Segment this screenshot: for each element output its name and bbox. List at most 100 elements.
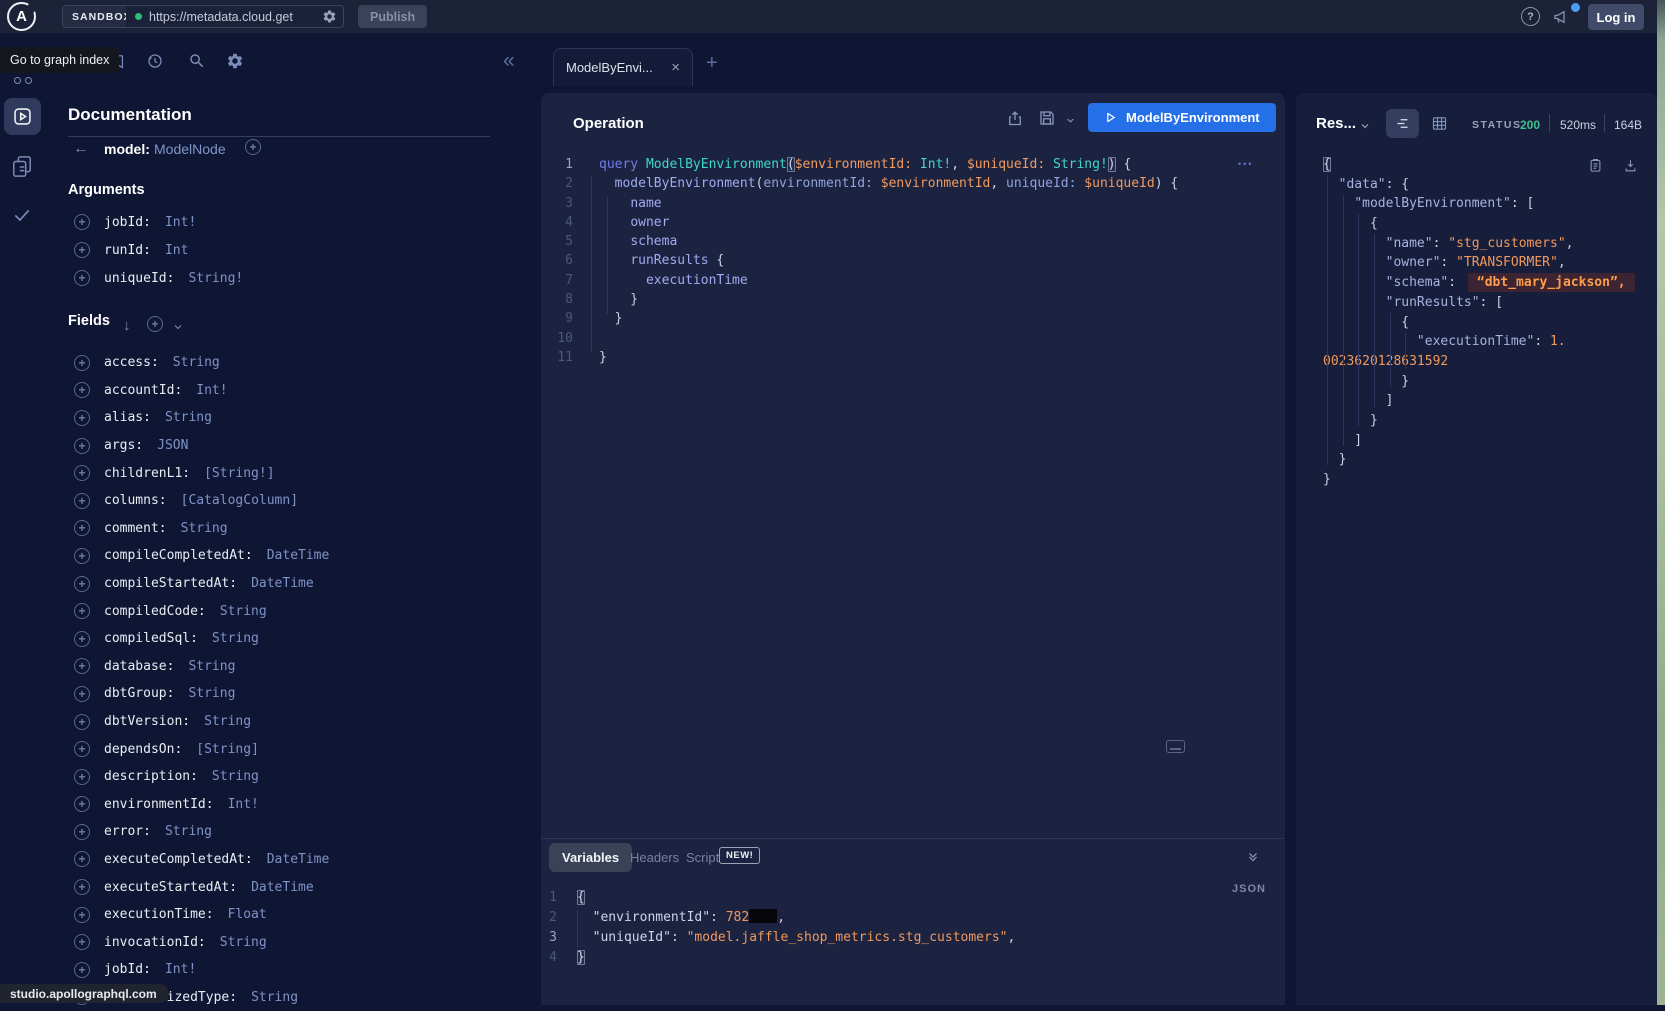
endpoint-settings-gear-icon[interactable] — [322, 9, 337, 24]
member-type[interactable]: DateTime — [267, 548, 330, 563]
variables-editor[interactable]: 1{2 "environmentId": 782,3 "uniqueId": "… — [545, 888, 1015, 968]
add-field-icon[interactable]: + — [74, 934, 90, 950]
add-field-icon[interactable]: + — [74, 741, 90, 757]
field-row[interactable]: +compileStartedAt:DateTime — [74, 570, 514, 598]
add-field-to-query-icon[interactable]: + — [245, 139, 261, 155]
argument-row[interactable]: +runId:Int — [74, 236, 514, 264]
field-row[interactable]: +compiledSql:String — [74, 625, 514, 653]
collapse-variables-icon[interactable] — [1246, 850, 1260, 864]
login-button[interactable]: Log in — [1588, 4, 1644, 30]
share-operation-icon[interactable] — [1006, 109, 1024, 128]
docs-settings-gear-icon[interactable] — [226, 52, 244, 70]
add-all-fields-icon[interactable]: + — [147, 316, 163, 332]
field-row[interactable]: +executeStartedAt:DateTime — [74, 873, 514, 901]
field-row[interactable]: +database:String — [74, 653, 514, 681]
json-view-toggle[interactable] — [1386, 109, 1419, 138]
tab-headers[interactable]: Headers — [630, 850, 679, 865]
field-row[interactable]: +compileCompletedAt:DateTime — [74, 542, 514, 570]
operation-tab[interactable]: ModelByEnvi... × — [553, 48, 693, 86]
add-field-icon[interactable]: + — [74, 576, 90, 592]
member-type[interactable]: DateTime — [251, 880, 314, 895]
member-type[interactable]: Int! — [165, 215, 196, 230]
chevron-down-icon[interactable] — [172, 321, 184, 333]
field-row[interactable]: +alias:String — [74, 404, 514, 432]
add-field-icon[interactable]: + — [74, 493, 90, 509]
field-row[interactable]: +dependsOn:[String] — [74, 735, 514, 763]
add-field-icon[interactable]: + — [74, 438, 90, 454]
field-row[interactable]: +dbtVersion:String — [74, 708, 514, 736]
publish-button[interactable]: Publish — [358, 5, 427, 28]
search-icon[interactable] — [188, 52, 206, 70]
member-type[interactable]: [String] — [196, 742, 259, 757]
member-type[interactable]: String — [188, 659, 235, 674]
tab-variables[interactable]: Variables — [549, 843, 632, 872]
member-type[interactable]: String — [173, 355, 220, 370]
member-type[interactable]: [CatalogColumn] — [181, 493, 298, 508]
tab-script[interactable]: Script — [686, 850, 719, 865]
graph-index-icon[interactable] — [14, 71, 36, 89]
field-row[interactable]: +executeCompletedAt:DateTime — [74, 846, 514, 874]
field-row[interactable]: +environmentId:Int! — [74, 791, 514, 819]
apollo-logo-icon[interactable]: A — [7, 2, 36, 31]
add-field-icon[interactable]: + — [74, 962, 90, 978]
new-tab-icon[interactable]: + — [706, 53, 718, 73]
field-row[interactable]: +dbtGroup:String — [74, 680, 514, 708]
response-json-viewer[interactable]: { "data": { "modelByEnvironment": [ { "n… — [1323, 155, 1653, 490]
response-dropdown-chevron-icon[interactable] — [1359, 120, 1371, 132]
editor-overflow-menu-icon[interactable]: ••• — [1238, 159, 1253, 169]
field-row[interactable]: +description:String — [74, 763, 514, 791]
add-field-icon[interactable]: + — [74, 769, 90, 785]
member-type[interactable]: String — [188, 686, 235, 701]
add-field-icon[interactable]: + — [74, 879, 90, 895]
add-field-icon[interactable]: + — [74, 548, 90, 564]
member-type[interactable]: Int! — [165, 962, 196, 977]
add-field-icon[interactable]: + — [74, 410, 90, 426]
history-icon[interactable] — [146, 52, 164, 70]
member-type[interactable]: String — [220, 604, 267, 619]
schema-nav-item[interactable] — [11, 155, 33, 179]
member-type[interactable]: String — [220, 935, 267, 950]
add-field-icon[interactable]: + — [74, 355, 90, 371]
back-arrow-icon[interactable]: ← — [73, 140, 89, 158]
member-type[interactable]: String — [251, 990, 298, 1005]
field-row[interactable]: +invocationId:String — [74, 928, 514, 956]
keyboard-shortcuts-icon[interactable] — [1166, 740, 1185, 753]
add-field-icon[interactable]: + — [74, 796, 90, 812]
argument-row[interactable]: +jobId:Int! — [74, 208, 514, 236]
help-icon[interactable]: ? — [1521, 7, 1540, 26]
member-type[interactable]: Int! — [196, 383, 227, 398]
member-type[interactable]: DateTime — [267, 852, 330, 867]
operation-editor[interactable]: 1query ModelByEnvironment($environmentId… — [545, 155, 1178, 367]
member-type[interactable]: String — [204, 714, 251, 729]
field-row[interactable]: +childrenL1:[String!] — [74, 459, 514, 487]
member-type[interactable]: String — [165, 410, 212, 425]
field-row[interactable]: +accountId:Int! — [74, 377, 514, 405]
member-type[interactable]: String — [165, 824, 212, 839]
add-field-icon[interactable]: + — [74, 382, 90, 398]
add-argument-icon[interactable]: + — [74, 270, 90, 286]
add-field-icon[interactable]: + — [74, 631, 90, 647]
table-view-icon[interactable] — [1431, 115, 1448, 132]
member-type[interactable]: String! — [188, 271, 243, 286]
add-field-icon[interactable]: + — [74, 658, 90, 674]
run-operation-button[interactable]: ModelByEnvironment — [1088, 103, 1276, 132]
add-field-icon[interactable]: + — [74, 851, 90, 867]
add-argument-icon[interactable]: + — [74, 242, 90, 258]
member-type[interactable]: [String!] — [204, 466, 274, 481]
announcements-megaphone-icon[interactable] — [1551, 8, 1571, 26]
close-tab-icon[interactable]: × — [671, 60, 680, 75]
breadcrumb-type[interactable]: ModelNode — [154, 141, 226, 157]
field-row[interactable]: +jobId:Int! — [74, 956, 514, 984]
response-panel-title[interactable]: Res... — [1316, 115, 1356, 132]
endpoint-url-input[interactable]: https://metadata.cloud.get — [126, 5, 344, 28]
member-type[interactable]: String — [212, 631, 259, 646]
field-row[interactable]: +access:String — [74, 349, 514, 377]
add-field-icon[interactable]: + — [74, 907, 90, 923]
checks-nav-item[interactable] — [11, 205, 33, 225]
collapse-docs-icon[interactable]: « — [503, 50, 515, 71]
add-field-icon[interactable]: + — [74, 714, 90, 730]
member-type[interactable]: JSON — [157, 438, 188, 453]
sort-descending-icon[interactable]: ↓ — [123, 317, 131, 334]
field-row[interactable]: +executionTime:Float — [74, 901, 514, 929]
add-field-icon[interactable]: + — [74, 686, 90, 702]
